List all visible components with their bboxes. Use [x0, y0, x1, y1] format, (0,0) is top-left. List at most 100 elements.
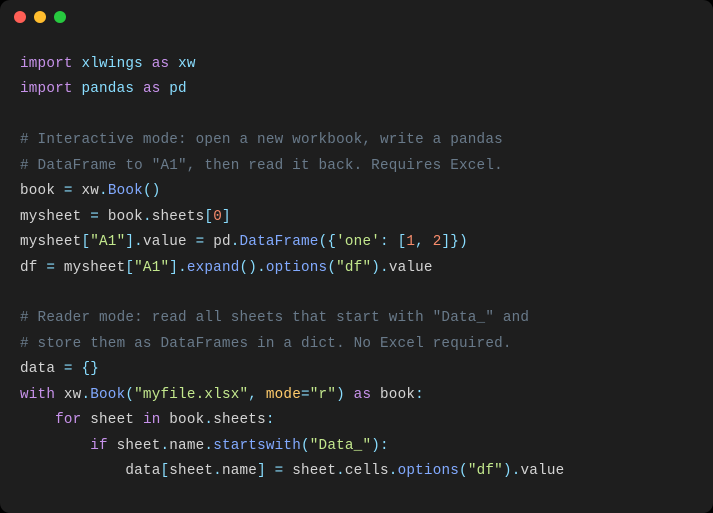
keyword-in: in [143, 412, 161, 428]
indent [20, 438, 90, 454]
operator: = [196, 234, 205, 250]
paren: ( [459, 463, 468, 479]
dot: . [81, 387, 90, 403]
attribute: value [389, 260, 433, 276]
maximize-icon[interactable] [54, 11, 66, 23]
dot: . [512, 463, 521, 479]
paren: ( [327, 260, 336, 276]
bracket: ] [222, 209, 231, 225]
bracket: [ [204, 209, 213, 225]
minimize-icon[interactable] [34, 11, 46, 23]
operator: = [64, 183, 73, 199]
object: sheet [169, 463, 213, 479]
function-call: expand [187, 260, 240, 276]
kwarg: mode [266, 387, 301, 403]
indent [20, 412, 55, 428]
object: xw [81, 183, 99, 199]
string: "df" [336, 260, 371, 276]
window-titlebar [0, 0, 713, 34]
code-window: import xlwings as xw import pandas as pd… [0, 0, 713, 513]
keyword-import: import [20, 81, 73, 97]
string: 'one' [336, 234, 380, 250]
object: book [108, 209, 143, 225]
variable: data [20, 361, 55, 377]
attribute: sheets [152, 209, 205, 225]
bracket: ] [257, 463, 266, 479]
dot: . [389, 463, 398, 479]
parens: () [143, 183, 161, 199]
function-call: startswith [213, 438, 301, 454]
dot: . [213, 463, 222, 479]
keyword-if: if [90, 438, 108, 454]
paren: ( [301, 438, 310, 454]
bracket: [ [81, 234, 90, 250]
number: 2 [433, 234, 442, 250]
function-call: DataFrame [240, 234, 319, 250]
comment: # store them as DataFrames in a dict. No… [20, 336, 512, 352]
attribute: cells [345, 463, 389, 479]
paren: ( [125, 387, 134, 403]
object: pd [213, 234, 231, 250]
function-call: Book [108, 183, 143, 199]
close-icon[interactable] [14, 11, 26, 23]
paren: ) [336, 387, 345, 403]
attribute: name [169, 438, 204, 454]
object: xw [64, 387, 82, 403]
module-alias: xw [178, 56, 196, 72]
bracket: ] [125, 234, 134, 250]
keyword-import: import [20, 56, 73, 72]
paren: ) [371, 438, 380, 454]
keyword-with: with [20, 387, 55, 403]
brace: { [81, 361, 90, 377]
brace: } [450, 234, 459, 250]
colon: : [266, 412, 275, 428]
paren: ) [503, 463, 512, 479]
object: data [125, 463, 160, 479]
dot: . [257, 260, 266, 276]
brace: } [90, 361, 99, 377]
indent [20, 463, 125, 479]
operator: = [46, 260, 55, 276]
comment: # DataFrame to "A1", then read it back. … [20, 158, 503, 174]
parens: () [240, 260, 258, 276]
operator: = [90, 209, 99, 225]
colon: : [380, 438, 389, 454]
keyword-as: as [354, 387, 372, 403]
colon: : [415, 387, 424, 403]
attribute: value [521, 463, 565, 479]
operator: = [64, 361, 73, 377]
attribute: sheets [213, 412, 266, 428]
dot: . [380, 260, 389, 276]
string: "A1" [134, 260, 169, 276]
keyword-as: as [143, 81, 161, 97]
dot: . [99, 183, 108, 199]
bracket: [ [125, 260, 134, 276]
string: "myfile.xlsx" [134, 387, 248, 403]
code-block: import xlwings as xw import pandas as pd… [0, 34, 713, 504]
function-call: options [398, 463, 459, 479]
bracket: ] [442, 234, 451, 250]
variable: mysheet [20, 209, 81, 225]
variable: df [20, 260, 38, 276]
number: 1 [406, 234, 415, 250]
bracket: ] [169, 260, 178, 276]
dot: . [204, 438, 213, 454]
attribute: name [222, 463, 257, 479]
string: "df" [468, 463, 503, 479]
module-name: pandas [81, 81, 134, 97]
number: 0 [213, 209, 222, 225]
object: mysheet [64, 260, 125, 276]
dot: . [161, 438, 170, 454]
variable: sheet [90, 412, 134, 428]
dot: . [204, 412, 213, 428]
dot: . [231, 234, 240, 250]
paren: ) [371, 260, 380, 276]
brace: { [327, 234, 336, 250]
object: book [169, 412, 204, 428]
attribute: value [143, 234, 187, 250]
dot: . [336, 463, 345, 479]
module-name: xlwings [81, 56, 142, 72]
function-call: options [266, 260, 327, 276]
comma: , [248, 387, 257, 403]
comment: # Interactive mode: open a new workbook,… [20, 132, 503, 148]
